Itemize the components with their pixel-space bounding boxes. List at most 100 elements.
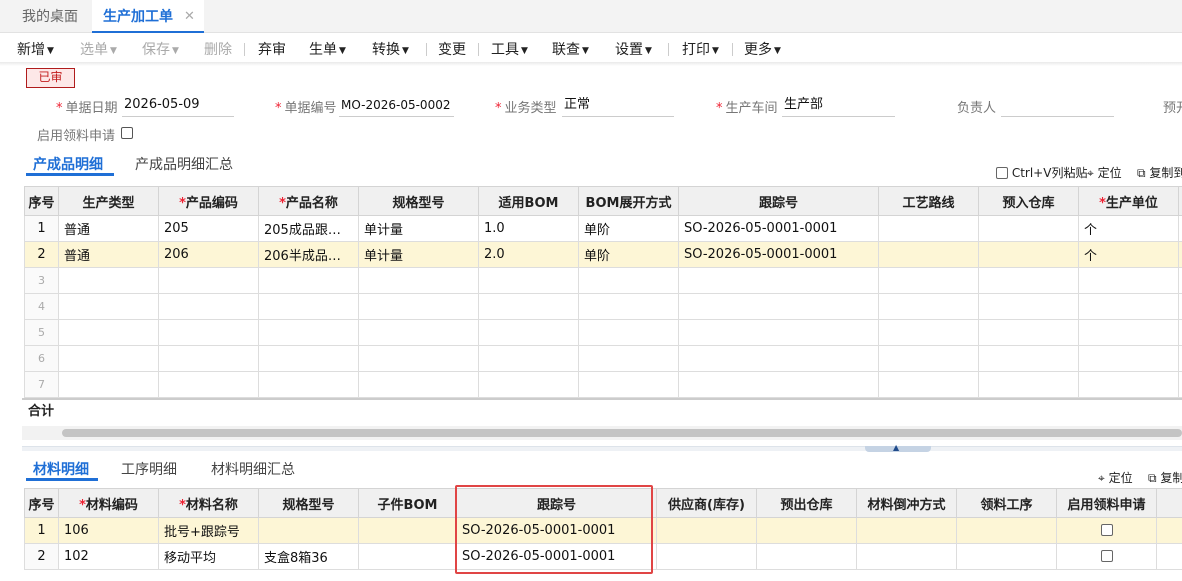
material-table-cell[interactable]: 支盒8箱36 xyxy=(258,543,359,570)
product-table-cell[interactable] xyxy=(478,345,579,372)
material-table-cell[interactable] xyxy=(1156,517,1182,544)
product-table-cell[interactable]: 206 xyxy=(158,241,259,268)
toolbar-item-10[interactable]: 设置 ▼ xyxy=(615,39,652,59)
product-table-cell[interactable] xyxy=(478,267,579,294)
product-table-cell[interactable] xyxy=(878,345,979,372)
biztype-field[interactable]: 正常 xyxy=(562,95,674,117)
product-table-cell[interactable] xyxy=(878,215,979,242)
material-column-header[interactable]: 规格型号 xyxy=(258,488,359,518)
product-table-cell[interactable] xyxy=(158,293,259,320)
product-table-cell[interactable] xyxy=(358,371,479,398)
paste-toggle[interactable]: Ctrl+V列粘贴 xyxy=(996,164,1087,181)
product-table-cell[interactable] xyxy=(678,371,879,398)
product-table-cell[interactable]: 205成品跟… xyxy=(258,215,359,242)
product-table-cell[interactable] xyxy=(358,345,479,372)
tab-product-summary[interactable]: 产成品明细汇总 xyxy=(135,154,233,174)
product-table-cell[interactable] xyxy=(258,267,359,294)
product-table-cell[interactable] xyxy=(258,293,359,320)
material-column-header[interactable]: 供应商(库存) xyxy=(656,488,757,518)
product-table-cell[interactable] xyxy=(878,371,979,398)
toolbar-item-5[interactable]: 生单 ▼ xyxy=(309,39,346,59)
product-table-cell[interactable] xyxy=(1178,293,1182,320)
product-column-header[interactable]: 跟踪号 xyxy=(678,186,879,216)
material-table-cell[interactable] xyxy=(956,543,1057,570)
material-column-header[interactable]: *材料名称 xyxy=(158,488,259,518)
material-table-cell[interactable] xyxy=(756,517,857,544)
material-table-cell[interactable] xyxy=(656,517,757,544)
product-table-cell[interactable] xyxy=(978,215,1079,242)
toolbar-item-7[interactable]: 变更 xyxy=(438,39,466,59)
product-table-cell[interactable] xyxy=(1178,371,1182,398)
product-table-cell[interactable] xyxy=(478,293,579,320)
product-column-header[interactable]: 序号 xyxy=(24,186,59,216)
material-column-header[interactable]: 跟踪号 xyxy=(456,488,657,518)
material-table-cell[interactable] xyxy=(656,543,757,570)
material-table-cell[interactable] xyxy=(358,517,457,544)
collapse-handle[interactable]: ▲ xyxy=(865,443,931,452)
toolbar-item-11[interactable]: 打印 ▼ xyxy=(682,39,719,59)
product-column-header[interactable]: *产品编码 xyxy=(158,186,259,216)
product-table-cell[interactable]: 单计量 xyxy=(358,241,479,268)
product-table-cell[interactable] xyxy=(358,293,479,320)
date-field[interactable]: 2026-05-09 xyxy=(122,95,234,117)
material-table-cell[interactable] xyxy=(856,543,957,570)
product-table-cell[interactable] xyxy=(878,293,979,320)
material-table-cell[interactable] xyxy=(358,543,457,570)
product-table-cell[interactable] xyxy=(1178,345,1182,372)
product-table-cell[interactable] xyxy=(978,319,1079,346)
material-table-cell[interactable] xyxy=(1056,517,1157,544)
toolbar-item-9[interactable]: 联查 ▼ xyxy=(552,39,589,59)
material-table-row[interactable]: 2 102 移动平均 支盒8箱36 SO-2026-05-0001-0001 xyxy=(24,543,1182,570)
paste-checkbox[interactable] xyxy=(996,167,1008,179)
locate-button[interactable]: ⌖ 定位 xyxy=(1087,164,1122,181)
material-column-header[interactable]: *材料编码 xyxy=(58,488,159,518)
product-table-cell[interactable] xyxy=(358,319,479,346)
tab-my-desktop[interactable]: 我的桌面 xyxy=(22,0,78,33)
product-column-header[interactable]: BOM展开方式 xyxy=(578,186,679,216)
product-table-row[interactable]: 3 xyxy=(24,267,1182,294)
product-column-header[interactable]: *生产单位 xyxy=(1078,186,1179,216)
product-table-cell[interactable] xyxy=(578,345,679,372)
product-table-cell[interactable] xyxy=(1178,241,1182,268)
toolbar-item-8[interactable]: 工具 ▼ xyxy=(491,39,528,59)
product-table-cell[interactable] xyxy=(878,267,979,294)
product-table-cell[interactable] xyxy=(1078,319,1179,346)
product-table-cell[interactable] xyxy=(978,345,1079,372)
material-table-row[interactable]: 1 106 批号+跟踪号 SO-2026-05-0001-0001 xyxy=(24,517,1182,544)
product-table-cell[interactable] xyxy=(58,293,159,320)
material-column-header[interactable]: 行 xyxy=(1156,488,1182,518)
product-table-cell[interactable]: 单阶 xyxy=(578,215,679,242)
product-table-cell[interactable]: 单阶 xyxy=(578,241,679,268)
material-locate-button[interactable]: ⌖ 定位 xyxy=(1098,469,1133,486)
product-table-cell[interactable] xyxy=(578,293,679,320)
pane-splitter[interactable]: ▲ xyxy=(22,443,1182,452)
material-table-cell[interactable] xyxy=(956,517,1057,544)
product-table-cell[interactable] xyxy=(578,267,679,294)
toolbar-item-6[interactable]: 转换 ▼ xyxy=(372,39,409,59)
material-column-header[interactable]: 启用领料申请 xyxy=(1056,488,1157,518)
product-table-row[interactable]: 7 xyxy=(24,371,1182,398)
product-column-header[interactable]: 生产类型 xyxy=(58,186,159,216)
product-table-cell[interactable] xyxy=(1178,267,1182,294)
product-table-cell[interactable]: 个 xyxy=(1078,241,1179,268)
material-table-cell[interactable] xyxy=(1156,543,1182,570)
product-table-cell[interactable] xyxy=(58,319,159,346)
product-table-cell[interactable] xyxy=(678,267,879,294)
close-icon[interactable]: ✕ xyxy=(184,0,195,34)
product-table-cell[interactable] xyxy=(1178,319,1182,346)
product-table-row[interactable]: 1 普通 205 205成品跟… 单计量 1.0 单阶 SO-2026-05-0001-000… xyxy=(24,215,1182,242)
product-table-cell[interactable] xyxy=(1178,215,1182,242)
material-table-cell[interactable] xyxy=(1056,543,1157,570)
material-table-cell[interactable] xyxy=(258,517,359,544)
material-copy-button[interactable]: ⧉ 复制 xyxy=(1148,469,1182,486)
product-table-cell[interactable]: 1.0 xyxy=(478,215,579,242)
product-table-cell[interactable]: 普通 xyxy=(58,215,159,242)
material-column-header[interactable]: 材料倒冲方式 xyxy=(856,488,957,518)
product-table-cell[interactable] xyxy=(258,319,359,346)
owner-field[interactable] xyxy=(1001,95,1114,117)
product-table-cell[interactable] xyxy=(58,267,159,294)
product-table-cell[interactable] xyxy=(978,371,1079,398)
product-table-row[interactable]: 6 xyxy=(24,345,1182,372)
toolbar-item-3[interactable]: 删除 xyxy=(204,39,232,59)
tab-production-order[interactable]: 生产加工单 ✕ xyxy=(92,0,204,33)
